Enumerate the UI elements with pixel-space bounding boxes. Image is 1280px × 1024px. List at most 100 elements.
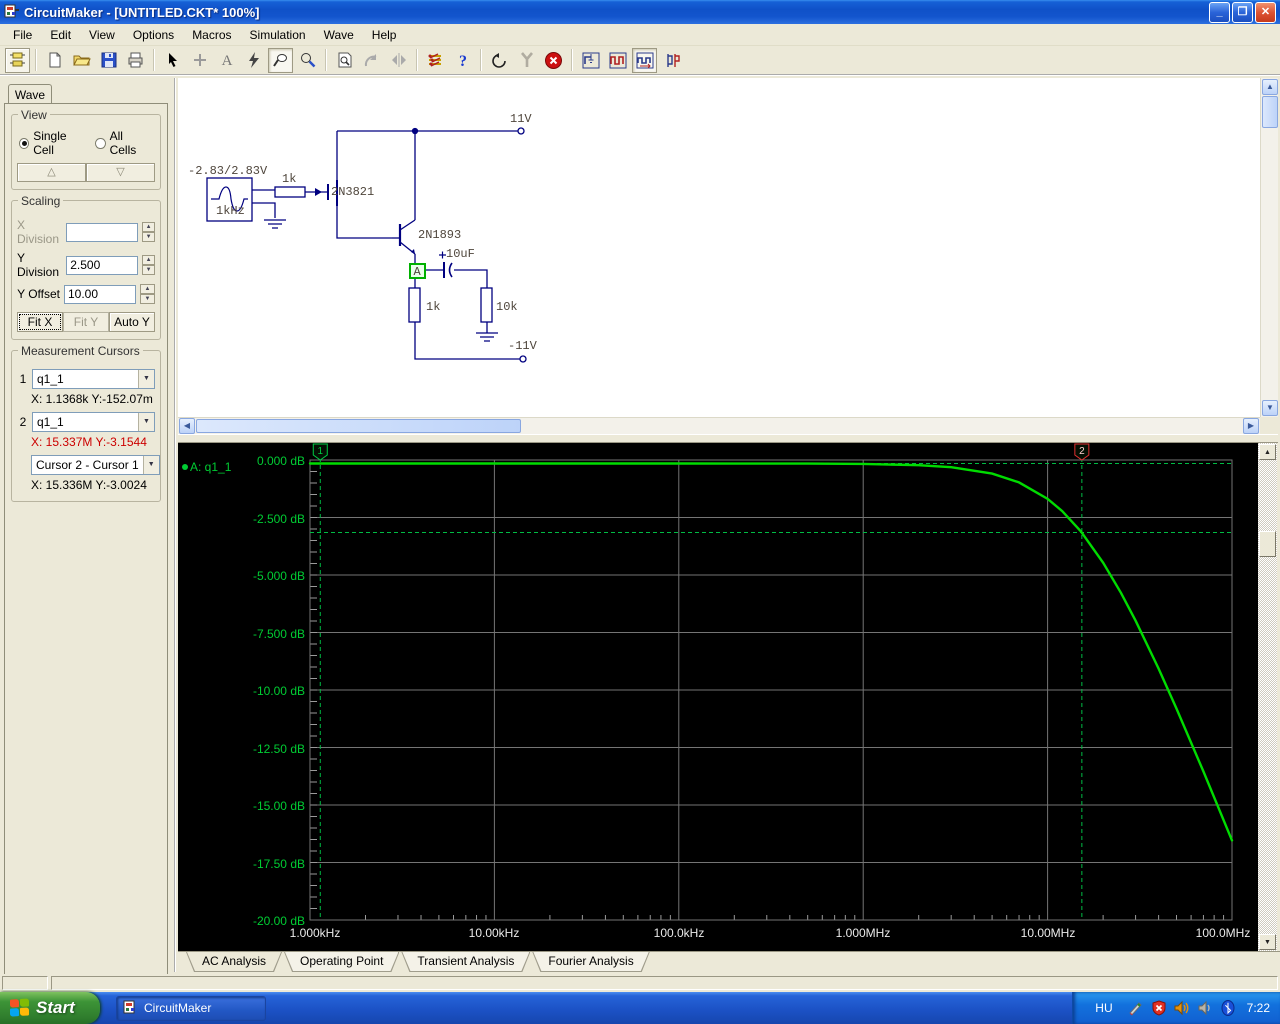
toolbar-separator <box>571 49 573 71</box>
menu-options[interactable]: Options <box>124 25 183 45</box>
status-cell <box>51 976 1278 990</box>
stop-simulation-button[interactable] <box>541 48 566 73</box>
volume-icon[interactable] <box>1174 1000 1190 1016</box>
cell-up-button[interactable]: △ <box>17 163 86 182</box>
scroll-up-icon[interactable]: ▲ <box>1259 444 1276 460</box>
parts-browser-button[interactable] <box>5 48 30 73</box>
start-button[interactable]: Start <box>0 992 100 1024</box>
tab-operating-point[interactable]: Operating Point <box>284 952 399 972</box>
schematic-canvas[interactable]: 11V -11V -2.83/2.83V 1kHz 1k 2N3821 2N18… <box>178 78 1260 417</box>
chevron-down-icon[interactable]: ▼ <box>138 413 154 431</box>
menu-macros[interactable]: Macros <box>183 25 240 45</box>
single-cell-radio[interactable] <box>19 138 29 149</box>
plot-canvas[interactable]: 12 <box>178 443 1258 951</box>
waveform-plot[interactable]: A: q1_1 0.000 dB -2.500 dB -5.000 dB -7.… <box>178 443 1258 951</box>
probe-tool-button[interactable] <box>268 48 293 73</box>
menu-edit[interactable]: Edit <box>41 25 80 45</box>
y-offset-spinner[interactable]: ▲▼ <box>140 284 155 304</box>
scope-single-button[interactable] <box>578 48 603 73</box>
chevron-down-icon[interactable]: ▼ <box>143 456 159 474</box>
print-button[interactable] <box>123 48 148 73</box>
text-tool-button[interactable]: A <box>214 48 239 73</box>
close-button[interactable]: ✕ <box>1255 2 1276 23</box>
vminus-label: -11V <box>508 339 538 353</box>
trace-A: q1_1 <box>310 464 1232 841</box>
wrench-tool-button[interactable] <box>514 48 539 73</box>
scope-pulse-button[interactable] <box>659 48 684 73</box>
wave-panel-tab[interactable]: Wave <box>8 84 52 104</box>
scroll-down-icon[interactable]: ▼ <box>1259 934 1276 950</box>
delete-tool-button[interactable] <box>241 48 266 73</box>
rotate-button[interactable] <box>359 48 384 73</box>
scope-multi-button[interactable] <box>632 48 657 73</box>
y-division-input[interactable] <box>66 256 138 275</box>
scroll-thumb[interactable] <box>196 419 521 433</box>
schematic-vertical-scrollbar[interactable]: ▲ ▼ <box>1260 78 1278 417</box>
spinner-down-icon[interactable]: ▼ <box>142 265 155 275</box>
plot-vertical-scrollbar[interactable]: ▲ ▼ <box>1258 443 1277 951</box>
cell-down-button[interactable]: ▽ <box>86 163 155 182</box>
x-division-spinner[interactable]: ▲▼ <box>142 222 155 242</box>
menu-wave[interactable]: Wave <box>315 25 363 45</box>
toolbar-separator <box>35 49 37 71</box>
app-icon <box>4 4 20 20</box>
zoom-tool-icon <box>300 52 316 68</box>
taskbar-task-circuitmaker[interactable]: CircuitMaker <box>116 996 266 1021</box>
menu-help[interactable]: Help <box>363 25 406 45</box>
help-button[interactable]: ? <box>450 48 475 73</box>
spinner-down-icon[interactable]: ▼ <box>142 232 155 242</box>
toolbar-separator <box>480 49 482 71</box>
tab-ac-analysis[interactable]: AC Analysis <box>186 952 282 972</box>
scroll-right-icon[interactable]: ▶ <box>1243 418 1259 434</box>
spinner-up-icon[interactable]: ▲ <box>142 255 155 265</box>
menu-simulation[interactable]: Simulation <box>241 25 315 45</box>
scope-square-button[interactable] <box>605 48 630 73</box>
chevron-down-icon[interactable]: ▼ <box>138 370 154 388</box>
pen-input-icon[interactable] <box>1128 1000 1144 1016</box>
minimize-button[interactable]: _ <box>1209 2 1230 23</box>
find-part-button[interactable] <box>332 48 357 73</box>
scroll-down-icon[interactable]: ▼ <box>1262 400 1278 416</box>
cursor2-signal-select[interactable]: q1_1 ▼ <box>32 412 155 432</box>
speaker-muted-icon[interactable] <box>1197 1000 1213 1016</box>
digital-switch-button[interactable] <box>423 48 448 73</box>
new-file-button[interactable] <box>42 48 67 73</box>
menu-view[interactable]: View <box>80 25 124 45</box>
pane-divider[interactable] <box>178 434 1278 443</box>
window-title: CircuitMaker - [UNTITLED.CKT* 100%] <box>24 5 1207 20</box>
y-division-spinner[interactable]: ▲▼ <box>142 255 155 275</box>
schematic-horizontal-scrollbar[interactable]: ◀ ▶ <box>178 417 1260 434</box>
restore-button[interactable]: ❐ <box>1232 2 1253 23</box>
fit-y-button[interactable]: Fit Y <box>63 312 109 332</box>
cursor1-signal-select[interactable]: q1_1 ▼ <box>32 369 155 389</box>
scroll-up-icon[interactable]: ▲ <box>1262 79 1278 95</box>
spinner-up-icon[interactable]: ▲ <box>140 284 155 294</box>
mirror-icon <box>391 53 407 67</box>
save-file-button[interactable] <box>96 48 121 73</box>
auto-y-button[interactable]: Auto Y <box>109 312 155 332</box>
tab-fourier-analysis[interactable]: Fourier Analysis <box>532 952 649 972</box>
spinner-down-icon[interactable]: ▼ <box>140 294 155 304</box>
open-file-button[interactable] <box>69 48 94 73</box>
scroll-thumb[interactable] <box>1262 96 1278 128</box>
wire-tool-button[interactable] <box>187 48 212 73</box>
bluetooth-icon[interactable] <box>1220 1000 1236 1016</box>
cursor-difference-select[interactable]: Cursor 2 - Cursor 1 ▼ <box>31 455 160 475</box>
scroll-thumb[interactable] <box>1259 531 1276 557</box>
y-offset-input[interactable] <box>64 285 136 304</box>
fit-x-button[interactable]: Fit X <box>17 312 63 332</box>
cursor1-readout: X: 1.1368k Y:-152.07m <box>31 392 155 406</box>
tab-transient-analysis[interactable]: Transient Analysis <box>401 952 530 972</box>
spinner-up-icon[interactable]: ▲ <box>142 222 155 232</box>
zoom-tool-button[interactable] <box>295 48 320 73</box>
x-division-input[interactable] <box>66 223 138 242</box>
scroll-left-icon[interactable]: ◀ <box>179 418 195 434</box>
reset-button[interactable] <box>487 48 512 73</box>
taskbar: Start CircuitMaker HU 7:22 <box>0 992 1280 1024</box>
security-alert-icon[interactable] <box>1151 1000 1167 1016</box>
mirror-button[interactable] <box>386 48 411 73</box>
all-cells-radio[interactable] <box>95 138 105 149</box>
language-indicator[interactable]: HU <box>1087 999 1120 1017</box>
arrow-tool-button[interactable] <box>160 48 185 73</box>
menu-file[interactable]: File <box>4 25 41 45</box>
